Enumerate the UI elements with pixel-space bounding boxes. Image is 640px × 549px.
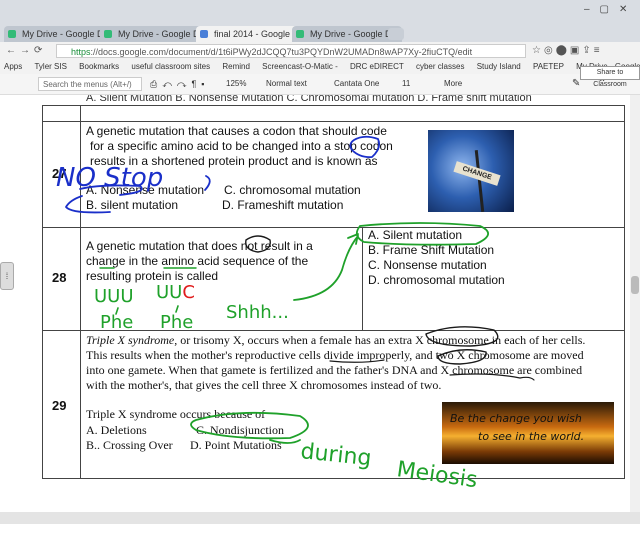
scribble-ink (65, 195, 111, 214)
circle-answer-ink (355, 222, 489, 246)
scrollbar-track[interactable] (630, 95, 640, 512)
amino-acid-ink-text: Phe (100, 312, 133, 333)
scrollbar-thumb[interactable] (631, 276, 639, 294)
page-bottom-area (0, 524, 640, 549)
codon-ink-text: UUC (156, 282, 195, 303)
during-ink-text: during (299, 439, 372, 471)
circle-answer-ink (190, 411, 309, 440)
codon-prefix: UU (156, 282, 182, 303)
amino-acid-ink-text: Phe (160, 312, 193, 333)
codon-highlight: C (182, 282, 195, 303)
share-tooltip: Share to Classroom (580, 66, 640, 88)
underline-ink (329, 359, 385, 363)
arrow-ink (293, 235, 359, 301)
meiosis-ink-text: Meiosis (395, 457, 479, 493)
ink-annotations-layer: NO Stop UUU UUC Phe Phe Shhh... during M… (56, 135, 535, 493)
underline-ink (449, 373, 535, 381)
codon-ink-text: UUU (94, 286, 134, 307)
circle-two-x-ink (437, 349, 487, 365)
connector-ink (269, 439, 301, 444)
no-stop-ink-text: NO Stop (56, 163, 163, 193)
stroke-ink (204, 175, 211, 191)
circle-stop-ink (349, 135, 381, 159)
side-panel-toggle[interactable]: ⁞ (0, 262, 14, 290)
circle-chromosome-ink (425, 326, 499, 347)
shhh-ink-text: Shhh... (226, 302, 289, 323)
horizontal-scrollbar[interactable] (0, 512, 640, 524)
circle-not-ink (245, 235, 271, 253)
